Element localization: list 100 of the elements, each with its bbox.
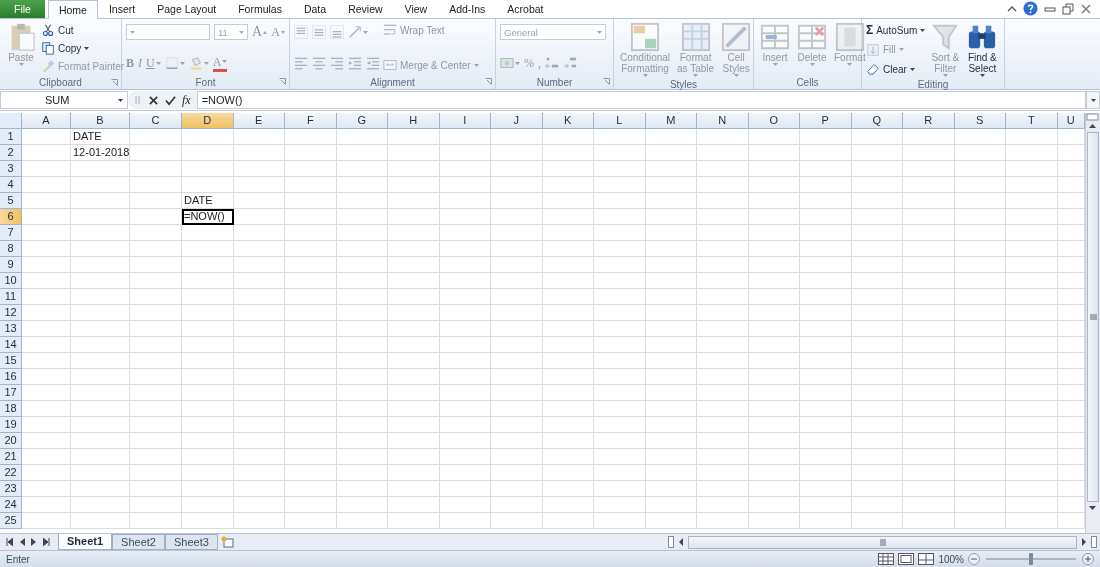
zoom-in-icon[interactable] <box>1082 553 1094 565</box>
sheet-tab[interactable]: Sheet2 <box>112 533 165 550</box>
first-sheet-icon[interactable] <box>6 538 13 547</box>
insert-cells-icon <box>760 22 790 52</box>
column-header[interactable]: Q <box>851 112 903 129</box>
file-menu-tab[interactable]: File <box>0 0 45 18</box>
find-select-button[interactable]: Find & Select <box>965 22 1000 77</box>
sheet-tab[interactable]: Sheet3 <box>164 533 218 550</box>
next-sheet-icon[interactable] <box>31 538 37 547</box>
money-icon <box>500 56 514 70</box>
ribbon-tab[interactable]: Review <box>337 0 394 18</box>
zoom-out-icon[interactable] <box>968 553 980 565</box>
column-header[interactable]: P <box>800 112 852 129</box>
group-title: Cells <box>796 76 819 88</box>
scroll-thumb[interactable] <box>688 535 1077 549</box>
page-layout-view-icon[interactable] <box>898 553 915 565</box>
table-grid-icon <box>680 22 711 52</box>
column-header[interactable]: K <box>542 112 594 129</box>
previous-sheet-icon[interactable] <box>19 538 25 547</box>
caret-icon <box>363 30 368 34</box>
zoom-level[interactable]: 100% <box>938 553 964 565</box>
increase-decimal-icon <box>545 56 559 70</box>
caret-down-icon <box>280 30 285 34</box>
caret-up-icon <box>263 30 268 34</box>
cell[interactable]: =NOW() <box>182 208 234 225</box>
cancel-icon[interactable] <box>148 94 159 106</box>
column-header[interactable]: S <box>954 112 1006 129</box>
column-header[interactable]: D <box>182 112 234 129</box>
align-center-icon <box>312 56 326 70</box>
column-header[interactable]: T <box>1006 112 1058 129</box>
column-header[interactable]: N <box>697 112 749 129</box>
fill-down-icon <box>866 42 880 57</box>
ribbon-tab[interactable]: Page Layout <box>146 0 228 18</box>
column-header[interactable]: M <box>645 112 697 129</box>
zoom-thumb[interactable] <box>1029 553 1033 565</box>
column-header[interactable]: G <box>336 112 388 129</box>
wrap-text-icon <box>383 23 397 37</box>
caret-icon <box>809 63 815 66</box>
group-title: Alignment <box>370 76 415 88</box>
grip-icon <box>879 538 886 546</box>
dialog-launcher-icon[interactable] <box>485 78 492 85</box>
select-all-button[interactable] <box>0 112 22 129</box>
column-header[interactable]: F <box>285 112 337 129</box>
ribbon-tab[interactable]: View <box>393 0 439 18</box>
scroll-right-icon[interactable] <box>1080 537 1088 548</box>
group-title: Editing <box>917 79 949 90</box>
caret-icon <box>84 46 90 50</box>
status-mode: Enter <box>6 553 30 565</box>
scroll-thumb[interactable] <box>1087 131 1099 502</box>
conditional-format-icon <box>630 22 660 52</box>
column-header[interactable]: U <box>1057 112 1085 129</box>
ribbon-tab[interactable]: Add-Ins <box>438 0 497 18</box>
paintbrush-icon <box>41 59 55 73</box>
scroll-left-icon[interactable] <box>677 537 685 548</box>
dialog-launcher-icon[interactable] <box>603 78 610 85</box>
column-header[interactable]: A <box>22 112 71 129</box>
ribbon-tab[interactable]: Acrobat <box>496 0 555 18</box>
close-icon[interactable] <box>1080 2 1092 15</box>
checkmark-icon[interactable] <box>165 94 176 106</box>
column-header[interactable]: O <box>748 112 800 129</box>
caret-icon <box>515 61 520 65</box>
column-header[interactable]: C <box>130 112 182 129</box>
split-handle-icon <box>1091 536 1097 549</box>
cell[interactable]: DATE <box>71 128 130 145</box>
cut-button[interactable]: Cut <box>41 22 125 38</box>
dialog-launcher-icon[interactable] <box>279 78 286 85</box>
column-header[interactable]: E <box>233 112 285 129</box>
formula-input[interactable]: =NOW() <box>196 91 1086 110</box>
name-box[interactable]: SUM <box>0 91 128 110</box>
column-header[interactable]: B <box>71 112 130 129</box>
clear-button[interactable]: Clear <box>866 61 926 77</box>
copy-button[interactable]: Copy <box>41 40 125 56</box>
cell[interactable]: DATE <box>182 192 234 209</box>
ribbon-tab[interactable]: Home <box>47 0 98 19</box>
dialog-launcher-icon[interactable] <box>111 79 118 86</box>
column-header[interactable]: I <box>439 112 491 129</box>
expand-button[interactable] <box>1086 91 1100 110</box>
align-bottom-icon <box>330 25 344 39</box>
caret-icon <box>179 61 185 65</box>
page-break-view-icon[interactable] <box>918 553 935 565</box>
sheet-tab[interactable]: Sheet1 <box>58 533 113 550</box>
help-icon[interactable] <box>1023 1 1038 16</box>
ribbon-tab[interactable]: Data <box>292 0 338 18</box>
align-left-icon <box>294 56 308 70</box>
ribbon-tab[interactable]: Insert <box>97 0 147 18</box>
column-header[interactable]: J <box>491 112 543 129</box>
restore-icon[interactable] <box>1062 2 1074 15</box>
autosum-button[interactable]: Σ AutoSum <box>866 22 926 38</box>
column-header[interactable]: R <box>903 112 955 129</box>
ribbon-tab[interactable]: Formulas <box>227 0 293 18</box>
normal-view-icon[interactable] <box>878 553 895 565</box>
column-header[interactable]: H <box>388 112 440 129</box>
group-title: Number <box>536 76 573 88</box>
caret-icon <box>642 74 648 77</box>
caret-icon <box>847 63 853 66</box>
insert-function-button[interactable]: fx <box>182 92 191 108</box>
column-header[interactable]: L <box>594 112 646 129</box>
last-sheet-icon[interactable] <box>43 538 50 547</box>
caret-icon <box>733 74 739 77</box>
cell[interactable]: 12-01-2018 <box>71 144 130 161</box>
